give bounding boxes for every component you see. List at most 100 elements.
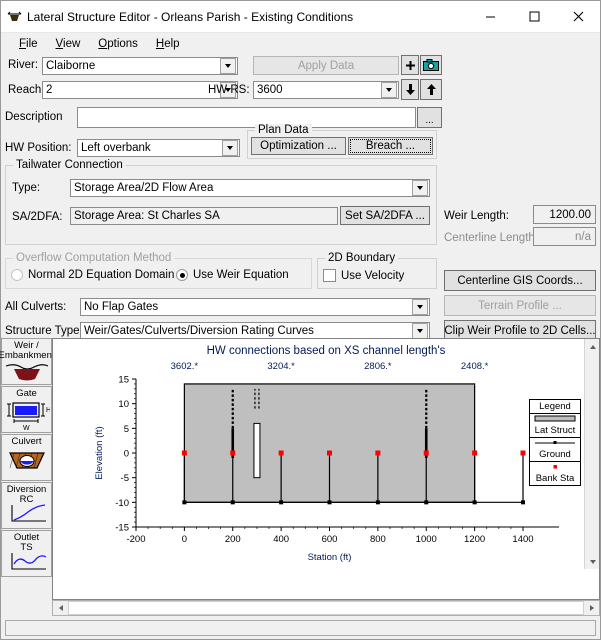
- structure-toolbar: Weir / Embankment Gate H W Culvert Diver…: [0, 338, 55, 578]
- apply-data-button[interactable]: Apply Data: [253, 56, 399, 75]
- menu-options[interactable]: Options: [89, 36, 147, 52]
- legend-title: Legend: [530, 400, 580, 414]
- plot-legend: Legend Lat Struct Ground Bank Sta: [529, 399, 581, 486]
- tailwater-type-combo[interactable]: Storage Area/2D Flow Area: [70, 179, 430, 197]
- legend-lat-struct-swatch: [534, 415, 576, 422]
- legend-lat-struct-label: Lat Struct: [534, 425, 576, 436]
- scroll-up-icon[interactable]: [585, 339, 599, 354]
- sa2dfa-label: SA/2DFA:: [12, 211, 63, 223]
- svg-text:H: H: [46, 407, 50, 414]
- description-input[interactable]: [77, 107, 416, 128]
- plot-vertical-scrollbar[interactable]: [584, 339, 599, 569]
- plot-horizontal-scrollbar[interactable]: [52, 600, 600, 616]
- chevron-down-icon[interactable]: [220, 58, 236, 74]
- x-axis-label: Station (ft): [308, 552, 352, 563]
- legend-ground-swatch: [535, 441, 575, 444]
- checkbox-icon[interactable]: [323, 269, 336, 282]
- xs-label-0: 3602.*: [171, 361, 199, 372]
- radio-normal-2d-domain[interactable]: Normal 2D Equation Domain: [11, 269, 174, 281]
- x-tick-label-2: 200: [225, 534, 241, 545]
- ground-point-0: [182, 500, 187, 505]
- bank-sta-point-1: [230, 450, 236, 456]
- terrain-profile-button[interactable]: Terrain Profile ...: [444, 295, 596, 316]
- scroll-left-icon[interactable]: [53, 601, 68, 615]
- menu-view[interactable]: View: [47, 36, 90, 52]
- all-culverts-label: All Culverts:: [5, 301, 67, 313]
- tool-gate[interactable]: Gate H W: [1, 386, 52, 433]
- tool-outlet-line2: TS: [20, 541, 33, 553]
- tool-weir-embankment[interactable]: Weir / Embankment: [0, 338, 55, 385]
- legend-bank-sta-label: Bank Sta: [535, 473, 575, 484]
- scroll-down-icon[interactable]: [585, 554, 599, 569]
- chevron-down-icon[interactable]: [222, 140, 238, 156]
- scroll-right-icon[interactable]: [584, 601, 599, 615]
- plot-canvas[interactable]: 3602.* 3204.* 2806.* 2408.* -15 -10 -5 0 5 10 15 -2…: [53, 357, 586, 592]
- y-axis-label: Elevation (ft): [94, 426, 105, 479]
- bank-sta-point-4: [375, 450, 381, 456]
- tailwater-connection-group: Tailwater Connection: [5, 159, 437, 245]
- ground-point-6: [472, 500, 477, 505]
- menu-help[interactable]: Help: [147, 36, 189, 52]
- plot-title: HW connections based on XS channel lengt…: [206, 345, 446, 357]
- tool-diversion-rc[interactable]: Diversion RC: [1, 482, 52, 529]
- all-culverts-combo[interactable]: No Flap Gates: [80, 298, 430, 316]
- legend-item-bank-sta: Bank Sta: [530, 462, 580, 485]
- all-culverts-value: No Flap Gates: [84, 301, 159, 313]
- tool-culvert[interactable]: Culvert: [1, 434, 52, 481]
- chevron-down-icon[interactable]: [412, 299, 428, 315]
- reach-label: Reach:: [8, 84, 45, 96]
- tool-outlet-ts[interactable]: Outlet TS: [1, 530, 52, 577]
- y-tick-label-3: 0: [124, 449, 129, 460]
- y-tick-label-2: -5: [121, 473, 129, 484]
- menu-help-rest: elp: [164, 37, 180, 50]
- description-label: Description: [5, 111, 63, 123]
- tool-weir-line2: Embankment: [0, 349, 55, 361]
- next-rs-button[interactable]: [420, 79, 442, 100]
- title-bar: Lateral Structure Editor - Orleans Paris…: [1, 1, 600, 33]
- structure-type-value: Weir/Gates/Culverts/Diversion Rating Cur…: [84, 325, 314, 337]
- sa2dfa-value: Storage Area: St Charles SA: [70, 207, 338, 225]
- ground-point-4: [375, 500, 380, 505]
- breach-button[interactable]: Breach ...: [348, 137, 433, 155]
- maximize-button[interactable]: [512, 1, 556, 32]
- hwrs-combo[interactable]: 3600: [253, 81, 399, 99]
- menu-file[interactable]: File: [10, 36, 47, 52]
- scroll-thumb[interactable]: [68, 601, 584, 615]
- close-button[interactable]: [556, 1, 600, 32]
- add-button[interactable]: [401, 55, 419, 75]
- set-sa2dfa-button[interactable]: Set SA/2DFA ...: [340, 206, 430, 225]
- bank-sta-point-6: [472, 450, 478, 456]
- weir-length-value: 1200.00: [533, 205, 596, 224]
- hw-position-combo[interactable]: Left overbank: [77, 139, 240, 157]
- river-combo[interactable]: Claiborne: [42, 57, 238, 75]
- up-arrow-icon: [426, 84, 436, 95]
- hwrs-value: 3600: [257, 84, 283, 96]
- chevron-down-icon[interactable]: [412, 323, 428, 339]
- plan-data-title: Plan Data: [255, 124, 312, 136]
- centerline-length-label: Centerline Length:: [444, 232, 538, 244]
- window-title: Lateral Structure Editor - Orleans Paris…: [27, 9, 354, 24]
- tailwater-type-label: Type:: [12, 182, 41, 194]
- ground-point-7: [521, 500, 525, 505]
- chevron-down-icon[interactable]: [412, 180, 428, 196]
- chevron-down-icon[interactable]: [381, 82, 397, 98]
- minimize-button[interactable]: [468, 1, 512, 32]
- lateral-structure-plot-panel: HW connections based on XS channel lengt…: [52, 338, 600, 600]
- optimization-button[interactable]: Optimization ...: [251, 137, 346, 155]
- centerline-gis-coords-button[interactable]: Centerline GIS Coords...: [444, 270, 596, 291]
- boundary-2d-title: 2D Boundary: [325, 252, 399, 264]
- tailwater-type-value: Storage Area/2D Flow Area: [74, 182, 214, 194]
- y-tick-label-1: -10: [115, 498, 129, 509]
- radio-use-weir-equation[interactable]: Use Weir Equation: [176, 269, 289, 281]
- outlet-ts-icon: [10, 553, 46, 570]
- hw-position-label: HW Position:: [5, 142, 72, 154]
- x-tick-label-6: 1000: [416, 534, 437, 545]
- radio-icon[interactable]: [11, 269, 23, 281]
- description-more-button[interactable]: ...: [417, 107, 442, 128]
- use-velocity-checkbox[interactable]: Use Velocity: [323, 269, 404, 282]
- centerline-length-value: n/a: [533, 227, 596, 246]
- radio-icon[interactable]: [176, 269, 188, 281]
- previous-rs-button[interactable]: [401, 79, 419, 100]
- camera-icon: [423, 59, 439, 71]
- picture-button[interactable]: [420, 55, 442, 75]
